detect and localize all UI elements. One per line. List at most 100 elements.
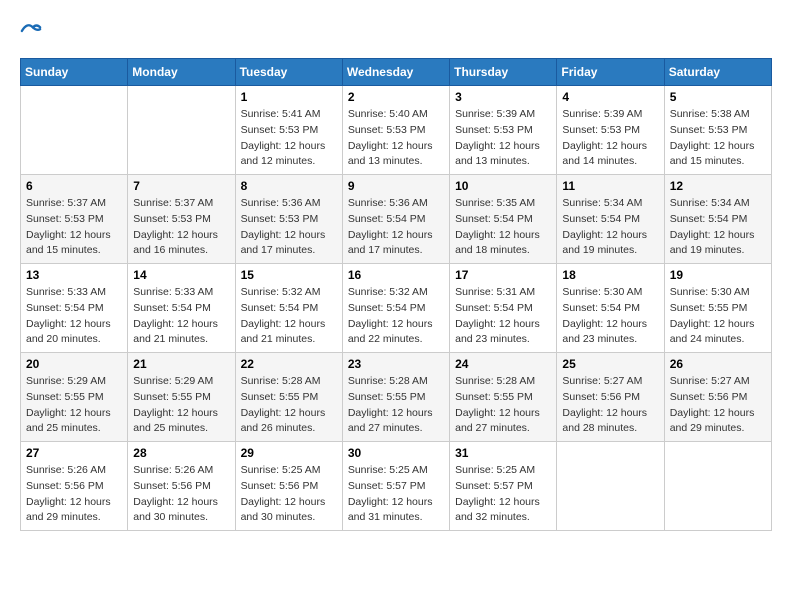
- day-info: Sunrise: 5:29 AMSunset: 5:55 PMDaylight:…: [26, 374, 122, 437]
- day-number: 8: [241, 179, 337, 193]
- day-number: 25: [562, 357, 658, 371]
- day-info: Sunrise: 5:34 AMSunset: 5:54 PMDaylight:…: [562, 196, 658, 259]
- day-header-monday: Monday: [128, 59, 235, 86]
- day-header-tuesday: Tuesday: [235, 59, 342, 86]
- day-info: Sunrise: 5:35 AMSunset: 5:54 PMDaylight:…: [455, 196, 551, 259]
- day-header-saturday: Saturday: [664, 59, 771, 86]
- calendar-cell: 3Sunrise: 5:39 AMSunset: 5:53 PMDaylight…: [450, 86, 557, 175]
- page-header: [20, 20, 772, 42]
- day-info: Sunrise: 5:34 AMSunset: 5:54 PMDaylight:…: [670, 196, 766, 259]
- day-info: Sunrise: 5:36 AMSunset: 5:54 PMDaylight:…: [348, 196, 444, 259]
- calendar-cell: 21 Sunrise: 5:29 AMSunset: 5:55 PMDayligh…: [128, 353, 235, 442]
- calendar-cell: 16Sunrise: 5:32 AMSunset: 5:54 PMDayligh…: [342, 264, 449, 353]
- day-info: Sunrise: 5:25 AMSunset: 5:56 PMDaylight:…: [241, 463, 337, 526]
- day-info: Sunrise: 5:27 AMSunset: 5:56 PMDaylight:…: [562, 374, 658, 437]
- day-number: 12: [670, 179, 766, 193]
- day-info: Sunrise: 5:40 AMSunset: 5:53 PMDaylight:…: [348, 107, 444, 170]
- calendar-cell: 20 Sunrise: 5:29 AMSunset: 5:55 PMDayligh…: [21, 353, 128, 442]
- day-info: Sunrise: 5:27 AMSunset: 5:56 PMDaylight:…: [670, 374, 766, 437]
- calendar-cell: 25 Sunrise: 5:27 AMSunset: 5:56 PMDayligh…: [557, 353, 664, 442]
- day-info: Sunrise: 5:39 AMSunset: 5:53 PMDaylight:…: [455, 107, 551, 170]
- day-info: Sunrise: 5:25 AMSunset: 5:57 PMDaylight:…: [455, 463, 551, 526]
- calendar-cell: [128, 86, 235, 175]
- calendar-cell: 7 Sunrise: 5:37 AMSunset: 5:53 PMDaylight…: [128, 175, 235, 264]
- day-number: 17: [455, 268, 551, 282]
- day-info: Sunrise: 5:41 AMSunset: 5:53 PMDaylight:…: [241, 107, 337, 170]
- day-number: 11: [562, 179, 658, 193]
- day-number: 15: [241, 268, 337, 282]
- calendar-cell: 11 Sunrise: 5:34 AMSunset: 5:54 PMDayligh…: [557, 175, 664, 264]
- calendar-cell: 27Sunrise: 5:26 AMSunset: 5:56 PMDayligh…: [21, 442, 128, 531]
- day-number: 26: [670, 357, 766, 371]
- day-info: Sunrise: 5:33 AMSunset: 5:54 PMDaylight:…: [26, 285, 122, 348]
- calendar-cell: 30 Sunrise: 5:25 AMSunset: 5:57 PMDayligh…: [342, 442, 449, 531]
- day-number: 4: [562, 90, 658, 104]
- calendar-week-2: 6 Sunrise: 5:37 AMSunset: 5:53 PMDaylight…: [21, 175, 772, 264]
- calendar-week-3: 13 Sunrise: 5:33 AMSunset: 5:54 PMDayligh…: [21, 264, 772, 353]
- day-header-sunday: Sunday: [21, 59, 128, 86]
- calendar-cell: [557, 442, 664, 531]
- calendar-cell: 10 Sunrise: 5:35 AMSunset: 5:54 PMDayligh…: [450, 175, 557, 264]
- day-number: 16: [348, 268, 444, 282]
- day-info: Sunrise: 5:36 AMSunset: 5:53 PMDaylight:…: [241, 196, 337, 259]
- calendar-cell: 2 Sunrise: 5:40 AMSunset: 5:53 PMDaylight…: [342, 86, 449, 175]
- day-number: 28: [133, 446, 229, 460]
- day-number: 30: [348, 446, 444, 460]
- day-number: 31: [455, 446, 551, 460]
- calendar-week-5: 27 Sunrise: 5:26 AMSunset: 5:56 PMDayligh…: [21, 442, 772, 531]
- calendar-cell: 24 Sunrise: 5:28 AMSunset: 5:55 PMDayligh…: [450, 353, 557, 442]
- day-info: Sunrise: 5:25 AMSunset: 5:57 PMDaylight:…: [348, 463, 444, 526]
- calendar-cell: 1 Sunrise: 5:41 AMSunset: 5:53 PMDaylight…: [235, 86, 342, 175]
- day-info: Sunrise: 5:38 AMSunset: 5:53 PMDaylight:…: [670, 107, 766, 170]
- day-info: Sunrise: 5:29 AMSunset: 5:55 PMDaylight:…: [133, 374, 229, 437]
- day-number: 29: [241, 446, 337, 460]
- calendar-table: SundayMondayTuesdayWednesdayThursdayFrid…: [20, 58, 772, 531]
- day-number: 2: [348, 90, 444, 104]
- day-info: Sunrise: 5:28 AMSunset: 5:55 PMDaylight:…: [348, 374, 444, 437]
- day-number: 7: [133, 179, 229, 193]
- calendar-cell: [664, 442, 771, 531]
- day-number: 24: [455, 357, 551, 371]
- calendar-week-1: 1 Sunrise: 5:41 AMSunset: 5:53 PMDaylight…: [21, 86, 772, 175]
- day-number: 14: [133, 268, 229, 282]
- day-number: 21: [133, 357, 229, 371]
- calendar-week-4: 20 Sunrise: 5:29 AMSunset: 5:55 PMDayligh…: [21, 353, 772, 442]
- calendar-cell: 19Sunrise: 5:30 AMSunset: 5:55 PMDayligh…: [664, 264, 771, 353]
- day-number: 1: [241, 90, 337, 104]
- calendar-cell: 29 Sunrise: 5:25 AMSunset: 5:56 PMDayligh…: [235, 442, 342, 531]
- logo: [20, 20, 46, 42]
- calendar-cell: 23 Sunrise: 5:28 AMSunset: 5:55 PMDayligh…: [342, 353, 449, 442]
- day-header-wednesday: Wednesday: [342, 59, 449, 86]
- calendar-cell: 8 Sunrise: 5:36 AMSunset: 5:53 PMDaylight…: [235, 175, 342, 264]
- day-info: Sunrise: 5:30 AMSunset: 5:55 PMDaylight:…: [670, 285, 766, 348]
- calendar-cell: 4 Sunrise: 5:39 AMSunset: 5:53 PMDaylight…: [557, 86, 664, 175]
- calendar-cell: 17Sunrise: 5:31 AMSunset: 5:54 PMDayligh…: [450, 264, 557, 353]
- day-info: Sunrise: 5:28 AMSunset: 5:55 PMDaylight:…: [455, 374, 551, 437]
- calendar-cell: 22 Sunrise: 5:28 AMSunset: 5:55 PMDayligh…: [235, 353, 342, 442]
- day-number: 20: [26, 357, 122, 371]
- day-number: 23: [348, 357, 444, 371]
- calendar-cell: 9 Sunrise: 5:36 AMSunset: 5:54 PMDaylight…: [342, 175, 449, 264]
- day-number: 6: [26, 179, 122, 193]
- day-info: Sunrise: 5:37 AMSunset: 5:53 PMDaylight:…: [133, 196, 229, 259]
- day-info: Sunrise: 5:37 AMSunset: 5:53 PMDaylight:…: [26, 196, 122, 259]
- day-number: 5: [670, 90, 766, 104]
- day-number: 27: [26, 446, 122, 460]
- day-info: Sunrise: 5:28 AMSunset: 5:55 PMDaylight:…: [241, 374, 337, 437]
- calendar-cell: 28 Sunrise: 5:26 AMSunset: 5:56 PMDayligh…: [128, 442, 235, 531]
- calendar-cell: 18Sunrise: 5:30 AMSunset: 5:54 PMDayligh…: [557, 264, 664, 353]
- calendar-cell: 12 Sunrise: 5:34 AMSunset: 5:54 PMDayligh…: [664, 175, 771, 264]
- day-info: Sunrise: 5:33 AMSunset: 5:54 PMDaylight:…: [133, 285, 229, 348]
- calendar-cell: 14 Sunrise: 5:33 AMSunset: 5:54 PMDayligh…: [128, 264, 235, 353]
- day-number: 22: [241, 357, 337, 371]
- day-info: Sunrise: 5:39 AMSunset: 5:53 PMDaylight:…: [562, 107, 658, 170]
- day-number: 9: [348, 179, 444, 193]
- day-number: 18: [562, 268, 658, 282]
- calendar-cell: 6 Sunrise: 5:37 AMSunset: 5:53 PMDaylight…: [21, 175, 128, 264]
- day-number: 10: [455, 179, 551, 193]
- day-number: 13: [26, 268, 122, 282]
- day-info: Sunrise: 5:32 AMSunset: 5:54 PMDaylight:…: [241, 285, 337, 348]
- calendar-cell: 31 Sunrise: 5:25 AMSunset: 5:57 PMDayligh…: [450, 442, 557, 531]
- calendar-cell: 13 Sunrise: 5:33 AMSunset: 5:54 PMDayligh…: [21, 264, 128, 353]
- day-info: Sunrise: 5:26 AMSunset: 5:56 PMDaylight:…: [133, 463, 229, 526]
